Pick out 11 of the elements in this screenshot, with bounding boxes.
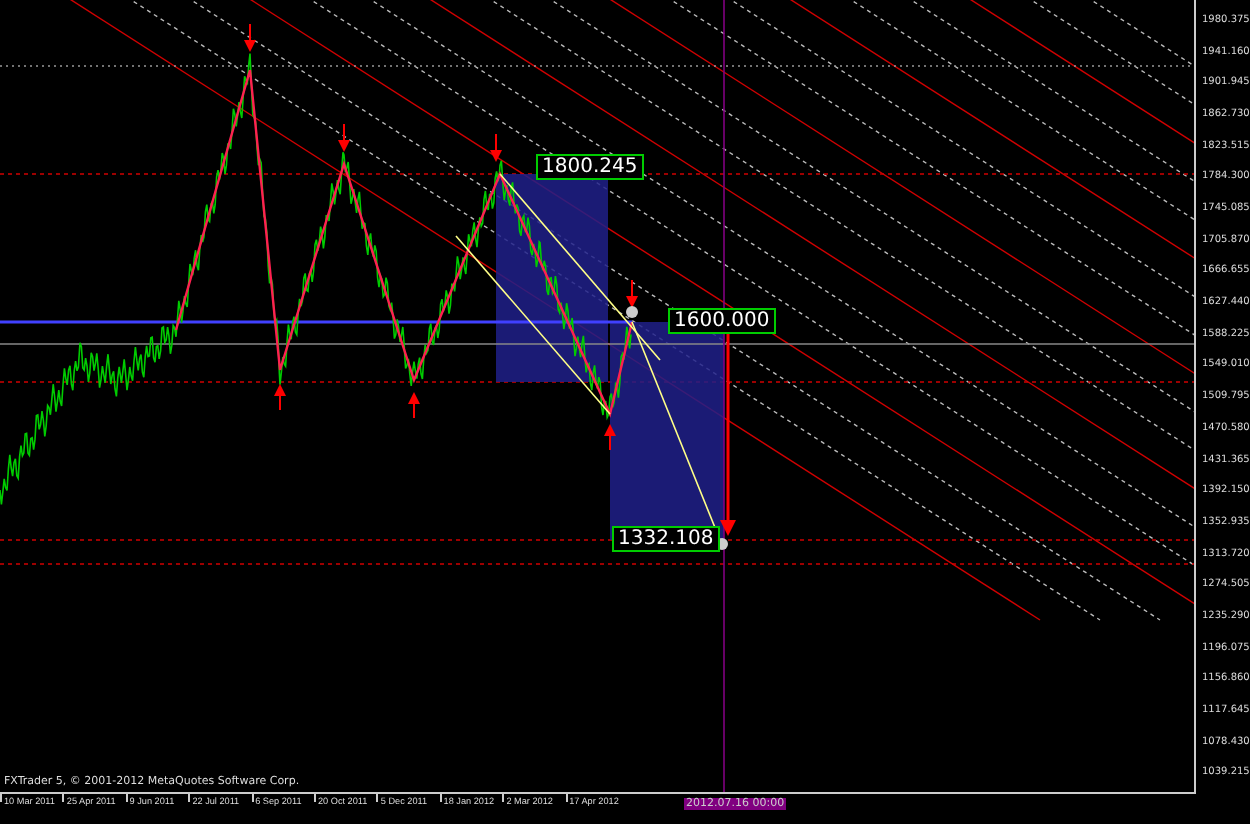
price-label: 1600.000	[668, 308, 776, 334]
down-arrow-icon	[626, 279, 638, 308]
down-arrow-icon	[244, 23, 256, 52]
down-arrow-icon	[490, 133, 502, 162]
up-arrow-icon	[408, 392, 420, 419]
price-label: 1800.245	[536, 154, 644, 180]
price-label: 1332.108	[612, 526, 720, 552]
down-arrow-icon	[338, 123, 350, 152]
up-arrow-icon	[274, 384, 286, 411]
up-arrow-icon	[604, 424, 616, 451]
point-marker-icon	[626, 306, 638, 318]
